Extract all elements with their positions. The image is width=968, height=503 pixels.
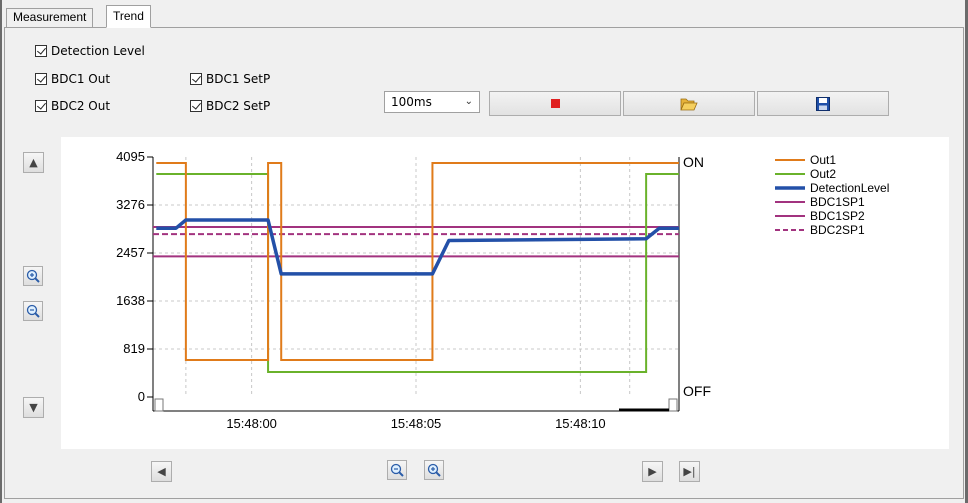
tab-trend[interactable]: Trend [106,5,151,28]
checkbox-checked-icon[interactable] [190,100,202,112]
x-tick-label: 15:48:00 [226,416,277,431]
zoom-out-vertical-button[interactable] [23,301,43,321]
x-tick-label: 15:48:05 [391,416,442,431]
y-tick-label: 1638 [116,293,145,308]
legend-label: DetectionLevel [810,181,889,195]
triangle-right-icon: ▶ [648,465,657,478]
scroll-down-button[interactable]: ▼ [23,397,44,418]
zoom-out-horizontal-button[interactable] [387,460,407,480]
checkbox-checked-icon[interactable] [35,73,47,85]
trend-chart: 4095 3276 2457 1638 819 0 15:48:00 15:48:05 15:4… [61,137,949,449]
open-folder-icon [680,98,698,110]
interval-value: 100ms [391,95,432,109]
on-label: ON [683,154,704,170]
stop-icon [550,99,560,108]
checkbox-label: BDC1 SetP [206,72,271,86]
open-button[interactable] [623,91,755,116]
scroll-right-button[interactable]: ▶ [642,461,663,482]
zoom-in-horizontal-button[interactable] [424,460,444,480]
interval-select[interactable]: 100ms ⌄ [384,91,480,113]
tab-measurement[interactable]: Measurement [6,8,94,27]
triangle-left-icon: ◀ [157,465,166,478]
checkbox-label: Detection Level [51,44,145,58]
zoom-in-vertical-button[interactable] [23,266,43,286]
zoom-in-icon [427,463,441,477]
save-button[interactable] [757,91,889,116]
checkbox-label: BDC2 SetP [206,99,271,113]
checkbox-bdc1-setp[interactable]: BDC1 SetP [190,72,270,86]
y-tick-label: 0 [138,389,145,404]
zoom-in-icon [26,269,40,283]
skip-to-end-icon: ▶| [683,465,696,478]
series-line-out1 [156,162,679,361]
y-tick-label: 4095 [116,149,145,164]
checkbox-bdc2-setp[interactable]: BDC2 SetP [190,99,270,113]
y-tick-label: 2457 [116,245,145,260]
scroll-thumb-right [668,398,678,412]
checkbox-label: BDC1 Out [51,72,111,86]
y-tick-label: 819 [123,341,145,356]
triangle-up-icon: ▲ [29,156,38,169]
zoom-out-icon [26,304,40,318]
y-tick-label: 3276 [116,197,145,212]
checkbox-bdc2-out[interactable]: BDC2 Out [35,99,110,113]
checkbox-bdc1-out[interactable]: BDC1 Out [35,72,110,86]
checkbox-label: BDC2 Out [51,99,111,113]
scroll-left-button[interactable]: ◀ [151,461,172,482]
scroll-up-button[interactable]: ▲ [23,152,44,173]
legend-label: BDC1SP2 [810,209,865,223]
off-label: OFF [683,383,711,399]
chevron-down-icon: ⌄ [464,96,473,107]
checkbox-checked-icon[interactable] [190,73,202,85]
series-line-detectionlevel [156,218,679,276]
x-tick-label: 15:48:10 [555,416,606,431]
legend-label: Out2 [810,167,836,181]
trend-chart-svg: 4095 3276 2457 1638 819 0 15:48:00 15:48:05 15:4… [116,149,889,431]
scroll-end-button[interactable]: ▶| [679,461,700,482]
legend-label: BDC1SP1 [810,195,865,209]
legend-label: BDC2SP1 [810,223,865,237]
checkbox-detection-level[interactable]: Detection Level [35,44,145,58]
legend-label: Out1 [810,153,836,167]
window-left-border [0,0,2,503]
scroll-thumb-left [154,398,164,412]
checkbox-checked-icon[interactable] [35,45,47,57]
triangle-down-icon: ▼ [29,401,38,414]
checkbox-checked-icon[interactable] [35,100,47,112]
zoom-out-icon [390,463,404,477]
stop-button[interactable] [489,91,621,116]
save-disk-icon [816,96,830,111]
